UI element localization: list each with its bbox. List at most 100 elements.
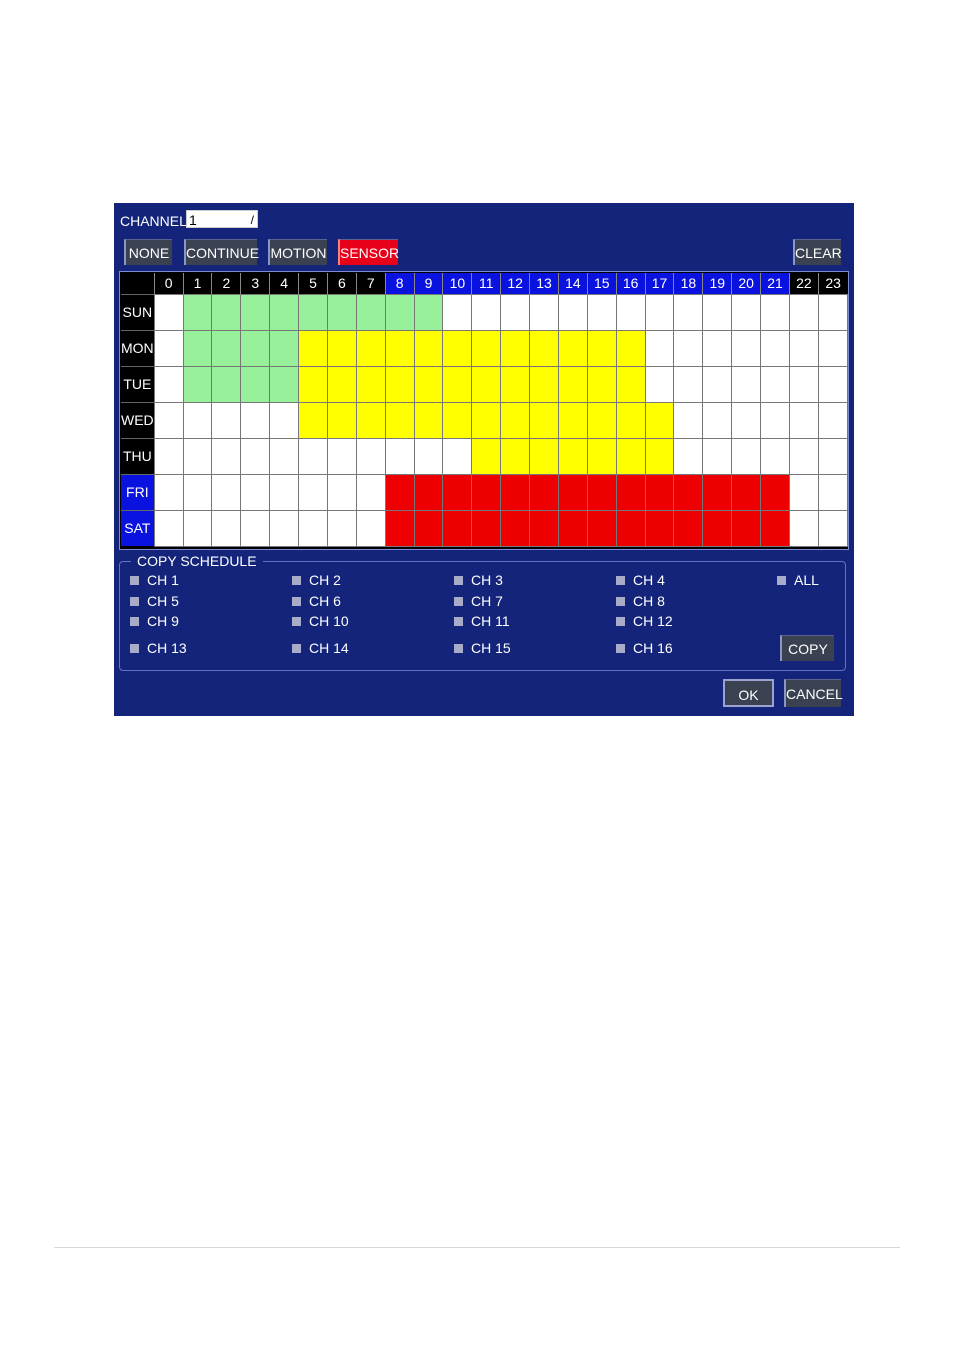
schedule-cell[interactable]	[817, 509, 849, 547]
schedule-cell[interactable]	[644, 293, 675, 331]
schedule-cell[interactable]	[615, 437, 646, 475]
checkbox-ch-13[interactable]: CH 13	[130, 640, 187, 656]
schedule-cell[interactable]	[413, 293, 444, 331]
schedule-cell[interactable]	[442, 293, 473, 331]
schedule-cell[interactable]	[586, 473, 617, 511]
checkbox-ch-5[interactable]: CH 5	[130, 593, 179, 609]
schedule-cell[interactable]	[355, 365, 386, 403]
schedule-cell[interactable]	[644, 401, 675, 439]
schedule-cell[interactable]	[731, 473, 762, 511]
clear-button[interactable]: CLEAR	[793, 239, 842, 265]
schedule-cell[interactable]	[557, 329, 588, 367]
schedule-cell[interactable]	[182, 401, 213, 439]
schedule-cell[interactable]	[384, 293, 415, 331]
schedule-cell[interactable]	[817, 437, 849, 475]
checkbox-ch-1[interactable]: CH 1	[130, 572, 179, 588]
schedule-cell[interactable]	[557, 365, 588, 403]
schedule-cell[interactable]	[500, 473, 531, 511]
schedule-cell[interactable]	[586, 329, 617, 367]
schedule-cell[interactable]	[269, 365, 300, 403]
hour-header[interactable]: 1	[182, 273, 212, 294]
schedule-cell[interactable]	[500, 293, 531, 331]
hour-header[interactable]: 20	[731, 273, 761, 294]
schedule-cell[interactable]	[500, 329, 531, 367]
schedule-cell[interactable]	[211, 473, 242, 511]
schedule-cell[interactable]	[817, 401, 849, 439]
schedule-cell[interactable]	[731, 365, 762, 403]
schedule-cell[interactable]	[702, 401, 733, 439]
schedule-cell[interactable]	[673, 509, 704, 547]
schedule-cell[interactable]	[384, 365, 415, 403]
schedule-cell[interactable]	[731, 401, 762, 439]
schedule-cell[interactable]	[586, 293, 617, 331]
schedule-cell[interactable]	[500, 437, 531, 475]
cancel-button[interactable]: CANCEL	[784, 679, 843, 707]
schedule-cell[interactable]	[673, 437, 704, 475]
schedule-cell[interactable]	[615, 401, 646, 439]
schedule-cell[interactable]	[760, 473, 790, 511]
schedule-cell[interactable]	[326, 509, 357, 547]
schedule-cell[interactable]	[153, 509, 184, 547]
schedule-cell[interactable]	[355, 473, 386, 511]
schedule-cell[interactable]	[413, 473, 444, 511]
schedule-cell[interactable]	[211, 365, 242, 403]
hour-header[interactable]: 2	[211, 273, 241, 294]
schedule-cell[interactable]	[731, 293, 762, 331]
schedule-cell[interactable]	[355, 509, 386, 547]
schedule-cell[interactable]	[298, 329, 328, 367]
hour-header[interactable]: 12	[500, 273, 530, 294]
schedule-cell[interactable]	[702, 473, 733, 511]
schedule-cell[interactable]	[269, 293, 300, 331]
schedule-cell[interactable]	[644, 437, 675, 475]
schedule-cell[interactable]	[182, 365, 213, 403]
schedule-cell[interactable]	[298, 401, 328, 439]
schedule-cell[interactable]	[442, 329, 473, 367]
schedule-cell[interactable]	[760, 437, 790, 475]
hour-header[interactable]: 15	[586, 273, 617, 294]
schedule-cell[interactable]	[211, 293, 242, 331]
schedule-cell[interactable]	[788, 509, 819, 547]
checkbox-ch-14[interactable]: CH 14	[292, 640, 349, 656]
hour-header[interactable]: 7	[355, 273, 386, 294]
schedule-cell[interactable]	[211, 401, 242, 439]
checkbox-ch-12[interactable]: CH 12	[616, 613, 673, 629]
schedule-cell[interactable]	[240, 329, 271, 367]
hour-header[interactable]: 6	[326, 273, 357, 294]
schedule-cell[interactable]	[182, 437, 213, 475]
schedule-cell[interactable]	[702, 437, 733, 475]
schedule-cell[interactable]	[355, 437, 386, 475]
schedule-cell[interactable]	[471, 401, 502, 439]
schedule-cell[interactable]	[500, 509, 531, 547]
hour-header[interactable]: 21	[760, 273, 790, 294]
checkbox-ch-16[interactable]: CH 16	[616, 640, 673, 656]
schedule-cell[interactable]	[326, 473, 357, 511]
schedule-cell[interactable]	[817, 329, 849, 367]
schedule-cell[interactable]	[240, 401, 271, 439]
schedule-cell[interactable]	[731, 509, 762, 547]
schedule-cell[interactable]	[673, 401, 704, 439]
schedule-cell[interactable]	[326, 365, 357, 403]
schedule-cell[interactable]	[788, 401, 819, 439]
schedule-cell[interactable]	[731, 329, 762, 367]
hour-header[interactable]: 10	[442, 273, 472, 294]
schedule-cell[interactable]	[413, 401, 444, 439]
schedule-cell[interactable]	[557, 293, 588, 331]
schedule-cell[interactable]	[240, 509, 271, 547]
ok-button[interactable]: OK	[723, 679, 774, 707]
schedule-cell[interactable]	[355, 401, 386, 439]
day-label-sat[interactable]: SAT	[121, 509, 155, 546]
schedule-cell[interactable]	[471, 365, 502, 403]
hour-header[interactable]: 19	[702, 273, 732, 294]
schedule-cell[interactable]	[702, 293, 733, 331]
checkbox-ch-15[interactable]: CH 15	[454, 640, 511, 656]
hour-header[interactable]: 9	[413, 273, 443, 294]
schedule-cell[interactable]	[702, 329, 733, 367]
schedule-cell[interactable]	[673, 293, 704, 331]
schedule-cell[interactable]	[442, 365, 473, 403]
schedule-cell[interactable]	[788, 329, 819, 367]
schedule-cell[interactable]	[355, 329, 386, 367]
schedule-cell[interactable]	[586, 509, 617, 547]
schedule-cell[interactable]	[731, 437, 762, 475]
checkbox-ch-11[interactable]: CH 11	[454, 613, 510, 629]
hour-header[interactable]: 17	[644, 273, 674, 294]
